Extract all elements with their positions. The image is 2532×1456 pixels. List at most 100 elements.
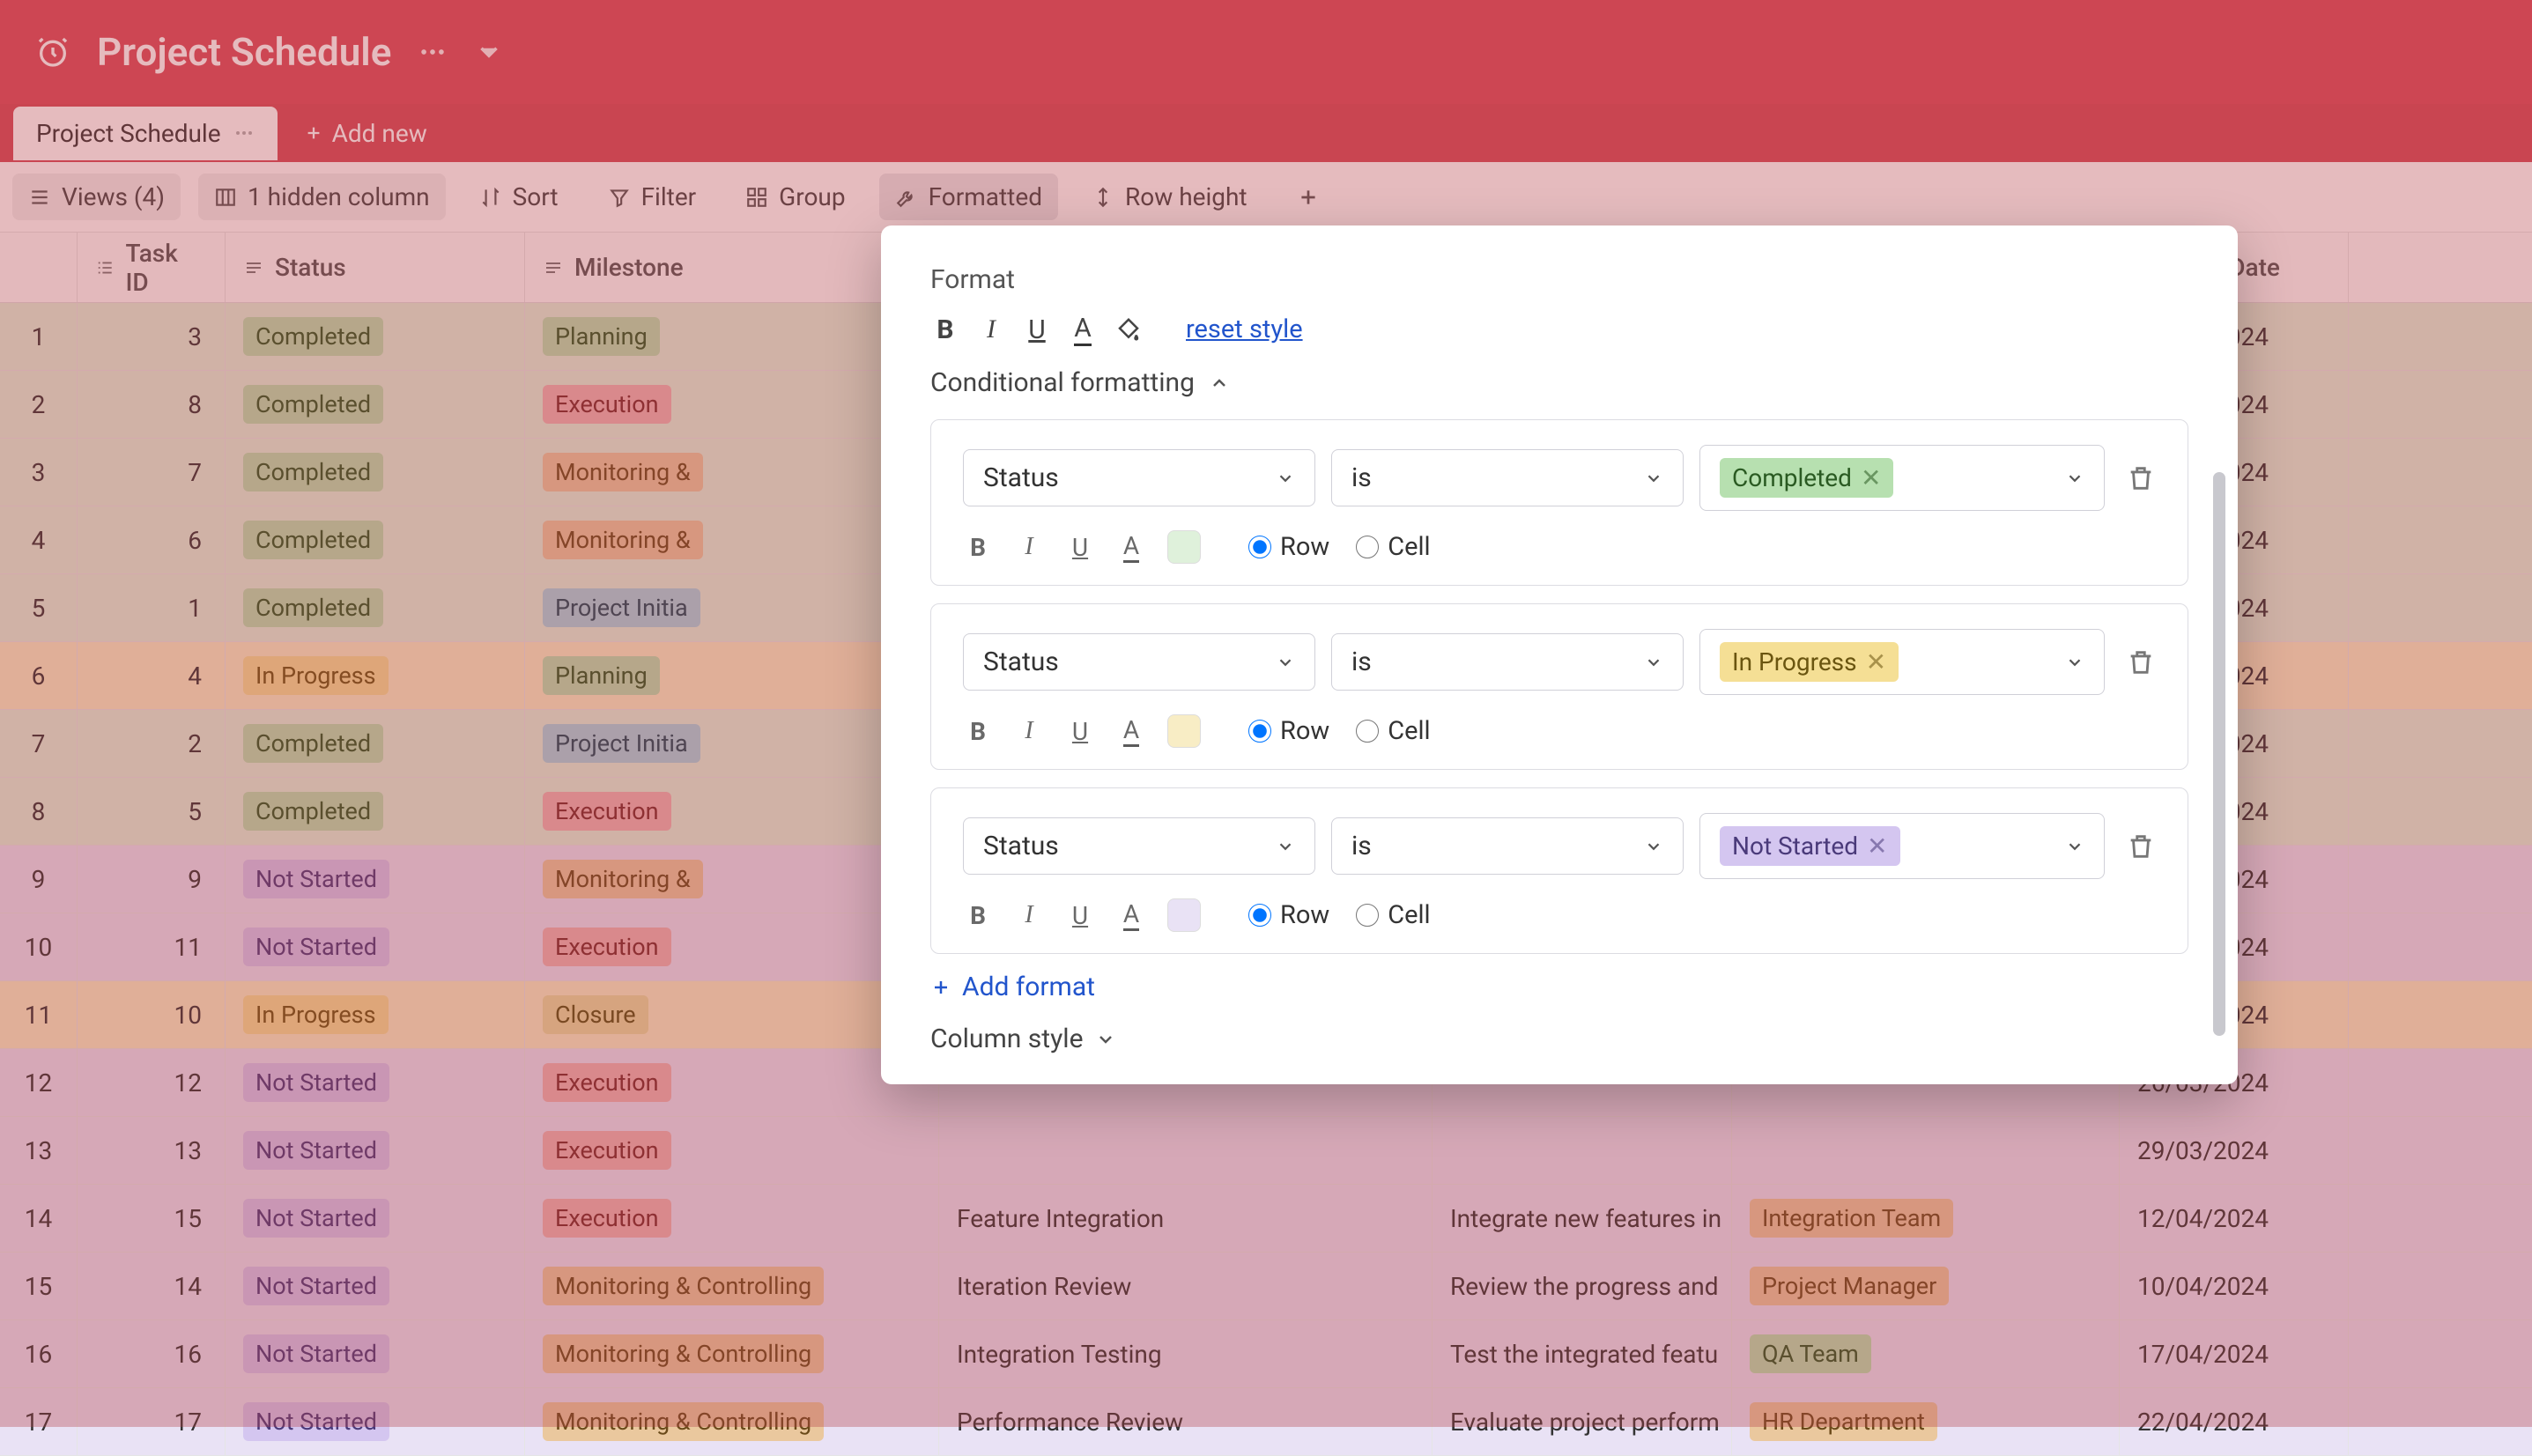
italic-icon[interactable]: I [1014, 532, 1044, 562]
panel-scrollbar[interactable] [2213, 472, 2225, 1036]
chip-remove-icon[interactable]: ✕ [1861, 463, 1881, 492]
text-color-icon[interactable]: A [1116, 716, 1146, 746]
text-color-icon[interactable]: A [1116, 532, 1146, 562]
cell-milestone[interactable]: Closure [525, 981, 939, 1048]
cell-assigned[interactable] [1732, 1117, 2120, 1184]
col-status[interactable]: Status [226, 233, 525, 302]
cell-task-id[interactable]: 17 [78, 1388, 226, 1455]
cell-milestone[interactable]: Execution [525, 1185, 939, 1252]
cell-task-id[interactable]: 15 [78, 1185, 226, 1252]
cell-milestone[interactable]: Monitoring & Controlling [525, 1320, 939, 1387]
cell-task-id[interactable]: 4 [78, 642, 226, 709]
fill-color-icon[interactable] [1114, 314, 1144, 344]
cell-status[interactable]: In Progress [226, 642, 525, 709]
table-row[interactable]: 1514Not StartedMonitoring & ControllingI… [0, 1253, 2532, 1320]
column-style-header[interactable]: Column style [930, 1024, 2188, 1054]
cell-task-id[interactable]: 3 [78, 303, 226, 370]
cell-description[interactable]: Test the integrated featu [1433, 1320, 1732, 1387]
filter-button[interactable]: Filter [592, 174, 713, 220]
italic-icon[interactable]: I [1014, 900, 1044, 930]
cell-milestone[interactable]: Monitoring & [525, 439, 939, 506]
rule-value-select[interactable]: In Progress✕ [1699, 629, 2105, 695]
cell-assigned[interactable]: Project Manager [1732, 1253, 2120, 1319]
italic-icon[interactable]: I [976, 314, 1006, 344]
fill-color-swatch[interactable] [1167, 530, 1201, 564]
underline-icon[interactable]: U [1065, 900, 1095, 930]
table-row[interactable]: 1717Not StartedMonitoring & ControllingP… [0, 1388, 2532, 1456]
cell-status[interactable]: Not Started [226, 1320, 525, 1387]
cell-assigned[interactable]: Integration Team [1732, 1185, 2120, 1252]
add-tool-button[interactable] [1281, 177, 1336, 218]
text-color-icon[interactable]: A [1116, 900, 1146, 930]
cell-status[interactable]: Completed [226, 303, 525, 370]
rule-operator-select[interactable]: is [1331, 449, 1684, 506]
cell-task-id[interactable]: 2 [78, 710, 226, 777]
col-milestone[interactable]: Milestone [525, 233, 939, 302]
cell-task-id[interactable]: 12 [78, 1049, 226, 1116]
views-button[interactable]: Views (4) [12, 174, 181, 220]
cell-description[interactable]: Evaluate project perform [1433, 1388, 1732, 1455]
scope-row-radio[interactable]: Row [1248, 532, 1329, 562]
cell-status[interactable]: Not Started [226, 846, 525, 913]
cell-milestone[interactable]: Planning [525, 303, 939, 370]
cell-status[interactable]: Not Started [226, 1253, 525, 1319]
add-format-button[interactable]: Add format [930, 972, 2188, 1002]
app-title[interactable]: Project Schedule [97, 29, 391, 75]
cell-status[interactable]: Completed [226, 506, 525, 573]
cell-task-id[interactable]: 9 [78, 846, 226, 913]
scope-row-radio[interactable]: Row [1248, 716, 1329, 746]
delete-rule-icon[interactable] [2126, 463, 2156, 493]
conditional-formatting-header[interactable]: Conditional formatting [930, 367, 2188, 398]
bold-icon[interactable]: B [930, 314, 960, 344]
table-row[interactable]: 1616Not StartedMonitoring & ControllingI… [0, 1320, 2532, 1388]
text-color-icon[interactable]: A [1068, 314, 1098, 344]
hidden-columns-button[interactable]: 1 hidden column [198, 174, 446, 220]
rule-column-select[interactable]: Status [963, 633, 1315, 691]
cell-task[interactable]: Iteration Review [939, 1253, 1433, 1319]
table-row[interactable]: 1415Not StartedExecutionFeature Integrat… [0, 1185, 2532, 1253]
tab-project-schedule[interactable]: Project Schedule [13, 107, 278, 160]
cell-task-id[interactable]: 13 [78, 1117, 226, 1184]
rule-column-select[interactable]: Status [963, 449, 1315, 506]
cell-task-id[interactable]: 5 [78, 778, 226, 845]
rule-column-select[interactable]: Status [963, 817, 1315, 875]
col-task-id[interactable]: Task ID [78, 233, 226, 302]
group-button[interactable]: Group [729, 174, 861, 220]
underline-icon[interactable]: U [1022, 314, 1052, 344]
cell-start-date[interactable]: 10/04/2024 [2120, 1253, 2349, 1319]
underline-icon[interactable]: U [1065, 716, 1095, 746]
chip-remove-icon[interactable]: ✕ [1866, 647, 1886, 676]
cell-milestone[interactable]: Execution [525, 778, 939, 845]
cell-milestone[interactable]: Monitoring & Controlling [525, 1253, 939, 1319]
cell-task[interactable]: Feature Integration [939, 1185, 1433, 1252]
cell-status[interactable]: Completed [226, 778, 525, 845]
cell-task-id[interactable]: 7 [78, 439, 226, 506]
cell-milestone[interactable]: Monitoring & Controlling [525, 1388, 939, 1455]
cell-description[interactable]: Review the progress and [1433, 1253, 1732, 1319]
cell-milestone[interactable]: Monitoring & [525, 506, 939, 573]
cell-task-id[interactable]: 10 [78, 981, 226, 1048]
cell-milestone[interactable]: Execution [525, 1049, 939, 1116]
add-new-tab[interactable]: Add new [286, 119, 445, 148]
cell-milestone[interactable]: Planning [525, 642, 939, 709]
cell-status[interactable]: Completed [226, 371, 525, 438]
sort-button[interactable]: Sort [463, 174, 574, 220]
cell-start-date[interactable]: 12/04/2024 [2120, 1185, 2349, 1252]
cell-task-id[interactable]: 1 [78, 574, 226, 641]
cell-status[interactable]: Not Started [226, 913, 525, 980]
cell-milestone[interactable]: Execution [525, 913, 939, 980]
delete-rule-icon[interactable] [2126, 647, 2156, 677]
bold-icon[interactable]: B [963, 532, 993, 562]
chip-remove-icon[interactable]: ✕ [1867, 831, 1887, 861]
cell-status[interactable]: In Progress [226, 981, 525, 1048]
cell-assigned[interactable]: QA Team [1732, 1320, 2120, 1387]
italic-icon[interactable]: I [1014, 716, 1044, 746]
cell-assigned[interactable]: HR Department [1732, 1388, 2120, 1455]
cell-milestone[interactable]: Execution [525, 371, 939, 438]
fill-color-swatch[interactable] [1167, 898, 1201, 932]
formatted-button[interactable]: Formatted [879, 174, 1058, 220]
more-icon[interactable] [233, 122, 255, 144]
rule-operator-select[interactable]: is [1331, 817, 1684, 875]
cell-task[interactable] [939, 1117, 1433, 1184]
bold-icon[interactable]: B [963, 716, 993, 746]
